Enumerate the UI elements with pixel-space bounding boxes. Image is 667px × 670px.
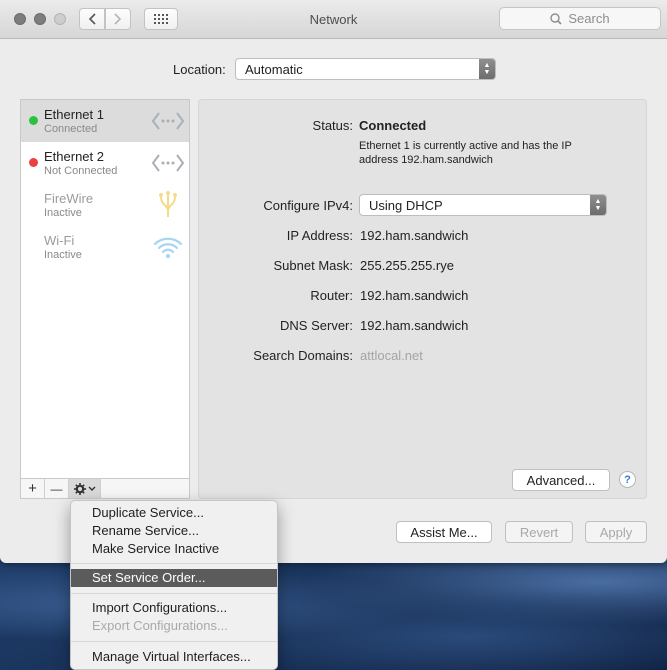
location-label: Location: [173,62,226,77]
menu-item-import-configurations[interactable]: Import Configurations... [71,599,277,617]
router-label: Router: [310,288,353,303]
menu-item-manage-virtual-interfaces[interactable]: Manage Virtual Interfaces... [71,648,277,666]
revert-button[interactable]: Revert [505,521,573,543]
help-button[interactable]: ? [619,471,636,488]
status-description-line: address 192.ham.sandwich [359,154,493,166]
subnet-mask-value: 255.255.255.rye [360,258,454,273]
status-dot-connected [29,116,38,125]
service-item-wifi[interactable]: Wi-Fi Inactive [21,226,189,268]
service-name: Ethernet 1 [44,107,104,122]
search-domains-label: Search Domains: [253,348,353,363]
ip-address-value: 192.ham.sandwich [360,228,469,243]
add-service-button[interactable]: + [21,479,45,498]
service-item-ethernet-2[interactable]: Ethernet 2 Not Connected [21,142,189,184]
menu-item-make-service-inactive[interactable]: Make Service Inactive [71,540,277,558]
title-bar: Network Search [0,0,667,39]
service-actions-button[interactable] [69,479,101,498]
subnet-mask-label: Subnet Mask: [273,258,354,273]
status-description: Ethernet 1 is currently active and has t… [359,139,572,167]
menu-separator [71,593,277,594]
configure-ipv4-select[interactable]: Using DHCP ▲ ▼ [359,194,607,216]
ethernet-icon [151,112,185,130]
router-value: 192.ham.sandwich [360,288,469,303]
configure-ipv4-label: Configure IPv4: [263,198,353,213]
status-label: Status: [312,118,353,133]
remove-service-button[interactable]: — [45,479,69,498]
menu-item-duplicate-service[interactable]: Duplicate Service... [71,504,277,522]
wifi-icon [153,237,183,258]
service-status: Inactive [44,207,82,219]
network-window: Network Search Location: Automatic ▲ ▼ Et… [0,0,667,563]
location-select[interactable]: Automatic ▲ ▼ [235,58,496,80]
service-actions-menu: Duplicate Service... Rename Service... M… [70,500,278,670]
gear-icon [73,482,95,495]
status-description-line: Ethernet 1 is currently active and has t… [359,140,572,152]
select-arrows-icon: ▲ ▼ [479,59,495,79]
search-placeholder: Search [568,11,610,26]
menu-separator [71,641,277,642]
ethernet-icon [151,154,185,172]
service-name: FireWire [44,191,94,206]
configure-ipv4-value: Using DHCP [369,197,443,213]
search-field[interactable]: Search [499,7,661,30]
service-status: Not Connected [44,165,118,177]
assist-me-button[interactable]: Assist Me... [396,521,492,543]
menu-item-set-service-order[interactable]: Set Service Order... [71,569,277,587]
status-dot-not-connected [29,158,38,167]
ip-address-label: IP Address: [286,228,353,243]
service-item-ethernet-1[interactable]: Ethernet 1 Connected [21,100,189,142]
service-status: Inactive [44,249,82,261]
service-name: Wi-Fi [44,233,75,248]
menu-separator [71,563,277,564]
dns-server-label: DNS Server: [280,318,353,333]
service-item-firewire[interactable]: FireWire Inactive [21,184,189,226]
location-value: Automatic [245,61,303,77]
service-list-toolbar: + — [20,479,190,499]
apply-button[interactable]: Apply [585,521,647,543]
advanced-button[interactable]: Advanced... [512,469,610,491]
service-list: Ethernet 1 Connected Ethernet 2 Not Conn… [20,99,190,479]
dns-server-value: 192.ham.sandwich [360,318,469,333]
service-name: Ethernet 2 [44,149,104,164]
search-domains-value: attlocal.net [360,348,423,363]
service-status: Connected [44,123,98,135]
status-value: Connected [359,118,427,133]
menu-item-export-configurations[interactable]: Export Configurations... [71,617,277,635]
search-icon [550,12,562,25]
firewire-icon [159,191,177,217]
menu-item-rename-service[interactable]: Rename Service... [71,522,277,540]
select-arrows-icon: ▲ ▼ [590,195,606,215]
